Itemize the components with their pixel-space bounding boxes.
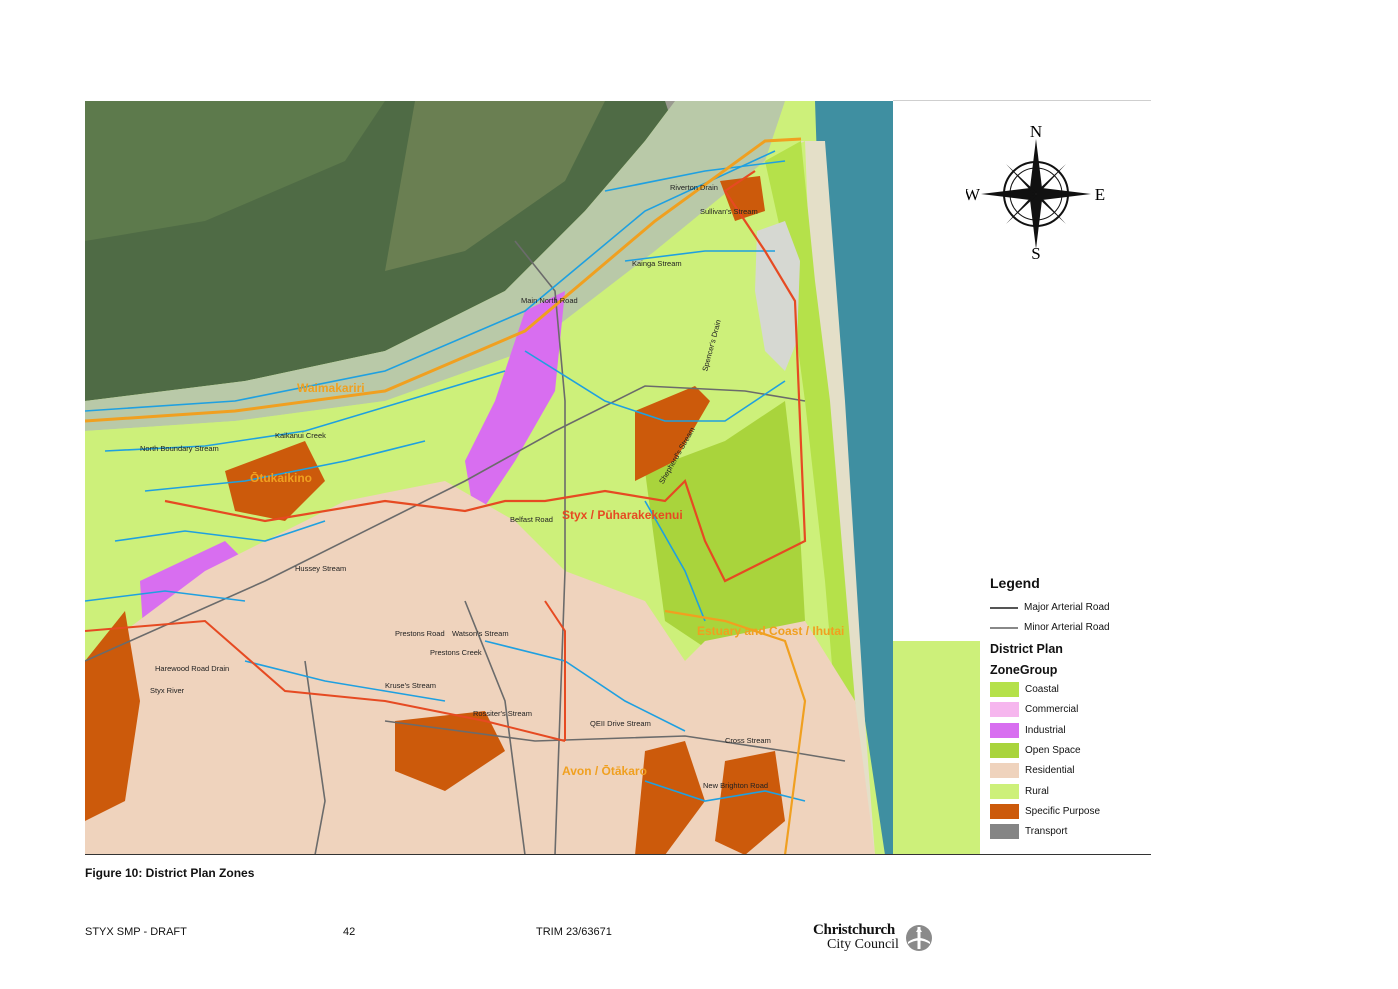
stream-label: Watson's Stream [452,629,509,638]
logo-line2: City Council [827,937,899,952]
footer-doc-title: STYX SMP - DRAFT [85,926,187,938]
legend-road-major: Major Arterial Road [990,602,1110,613]
legend-road-label: Major Arterial Road [1024,602,1110,613]
stream-label: Styx River [150,686,185,695]
legend-swatch [990,824,1019,840]
major-road-line-icon [990,606,1018,609]
stream-label: Kainga Stream [632,259,682,268]
stream-label: Hussey Stream [295,564,347,573]
stream-label: Harewood Road Drain [155,664,230,673]
compass-e: E [1095,185,1105,204]
legend-zone-label: Residential [1025,765,1075,777]
legend-zonegroup: ZoneGroup [990,663,1058,677]
map-legend: Legend Major Arterial Road Minor Arteria… [980,571,1151,855]
district-plan-map: N S W E Waimakariri Ōtukaikino Styx / Pū… [85,101,1151,855]
legend-zone-item: Rural [990,783,1049,799]
legend-swatch [990,722,1019,738]
minor-road-line-icon [990,626,1018,629]
legend-swatch [990,763,1019,779]
legend-zone-label: Specific Purpose [1025,805,1101,817]
legend-swatch [990,682,1019,697]
legend-zone-label: Rural [1025,785,1049,797]
legend-zone-item: Commercial [990,702,1079,718]
legend-zone-item: Open Space [990,742,1081,758]
compass-n: N [1030,122,1042,141]
area-label-estuary: Estuary and Coast / Ihutai [697,624,845,638]
legend-zone-item: Residential [990,763,1075,779]
stream-label: Kruse's Stream [385,681,437,690]
area-label-styx: Styx / Pūharakekenui [562,508,683,522]
legend-zone-item: Industrial [990,722,1066,738]
stream-label: Sullivan's Stream [700,207,758,216]
compass-s: S [1031,244,1040,261]
legend-zone-item: Specific Purpose [990,803,1101,819]
stream-label: QEII Drive Stream [590,719,651,728]
bottom-rule [85,854,1151,855]
legend-zone-label: Transport [1025,826,1068,838]
stream-label: North Boundary Stream [140,444,219,453]
legend-road-minor: Minor Arterial Road [990,622,1110,633]
stream-label: Kaikanui Creek [275,431,326,440]
legend-zone-item: Coastal [990,682,1059,697]
figure-caption: Figure 10: District Plan Zones [85,866,255,880]
road-label: Belfast Road [510,515,553,524]
stream-label: Rossiter's Stream [473,709,532,718]
legend-swatch [990,783,1019,799]
road-label: Main North Road [521,296,578,305]
stream-label: Prestons Creek [430,648,482,657]
council-emblem-icon [906,925,932,951]
area-label-otukaikino: Ōtukaikino [250,471,313,485]
legend-swatch [990,803,1019,819]
footer-trim: TRIM 23/63671 [536,926,612,938]
legend-road-label: Minor Arterial Road [1024,622,1110,633]
compass-w: W [966,185,981,204]
christchurch-city-council-logo: Christchurch City Council [813,922,938,954]
legend-zone-label: Commercial [1025,704,1079,716]
area-label-avon: Avon / Ōtākaro [562,764,647,778]
stream-label: Riverton Drain [670,183,718,192]
legend-zone-item: Transport [990,824,1068,840]
legend-district-plan: District Plan [990,642,1063,656]
legend-zone-label: Industrial [1025,724,1066,736]
legend-zone-label: Open Space [1025,744,1081,756]
legend-swatch [990,742,1019,758]
legend-title: Legend [990,575,1040,591]
legend-swatch [990,702,1019,718]
footer-page-number: 42 [343,926,356,938]
area-label-waimakariri: Waimakariri [297,381,365,395]
map-side-panel: N S W E [893,101,1151,641]
road-label: New Brighton Road [703,781,769,790]
stream-label: Cross Stream [725,736,771,745]
legend-zone-label: Coastal [1025,684,1059,695]
road-label: Prestons Road [395,629,445,638]
compass-rose-icon: N S W E [966,122,1105,261]
